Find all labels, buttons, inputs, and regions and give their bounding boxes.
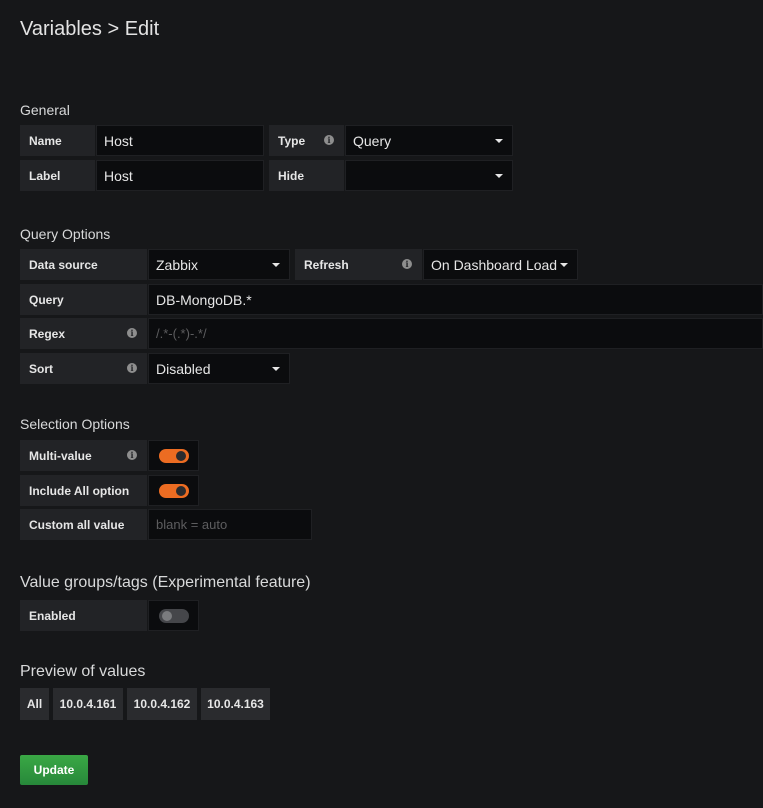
toggle-knob — [162, 611, 172, 621]
toggle-knob — [176, 486, 186, 496]
sort-label: Sort i — [20, 353, 147, 384]
preview-value-chip: All — [20, 688, 49, 720]
label-input-value: Host — [104, 167, 133, 184]
enabled-toggle[interactable] — [159, 609, 189, 623]
sort-select[interactable]: Disabled — [148, 353, 290, 384]
regex-label-text: Regex — [29, 326, 66, 341]
type-label-text: Type — [278, 133, 306, 148]
refresh-label-text: Refresh — [304, 257, 349, 272]
regex-input[interactable]: /.*-(.*)-.*/ — [148, 318, 763, 349]
custom-all-placeholder: blank = auto — [156, 517, 228, 532]
query-input[interactable]: DB-MongoDB.* — [148, 284, 763, 315]
preview-value-chip: 10.0.4.161 — [53, 688, 123, 720]
info-icon[interactable]: i — [127, 328, 137, 338]
type-select-value: Query — [353, 132, 392, 149]
section-title-preview: Preview of values — [20, 663, 146, 680]
multi-value-label: Multi-value i — [20, 440, 147, 471]
hide-label: Hide — [269, 160, 344, 191]
caret-down-icon — [272, 367, 280, 371]
type-label: Type i — [269, 125, 344, 156]
multi-value-toggle[interactable] — [159, 449, 189, 463]
section-title-general: General — [20, 102, 70, 118]
name-label: Name — [20, 125, 95, 156]
multi-value-label-text: Multi-value — [29, 448, 92, 463]
refresh-select-value: On Dashboard Load — [431, 256, 558, 273]
refresh-select[interactable]: On Dashboard Load — [423, 249, 578, 280]
caret-down-icon — [272, 263, 280, 267]
query-label: Query — [20, 284, 147, 315]
sort-label-text: Sort — [29, 361, 53, 376]
include-all-label: Include All option — [20, 475, 147, 506]
toggle-knob — [176, 451, 186, 461]
type-select[interactable]: Query — [345, 125, 513, 156]
hide-select[interactable] — [345, 160, 513, 191]
update-button[interactable]: Update — [20, 755, 88, 785]
preview-value-chip: 10.0.4.162 — [127, 688, 197, 720]
enabled-label: Enabled — [20, 600, 147, 631]
refresh-label: Refresh i — [295, 249, 422, 280]
label-label: Label — [20, 160, 95, 191]
query-input-value: DB-MongoDB.* — [156, 291, 252, 308]
sort-select-value: Disabled — [156, 360, 211, 377]
info-icon[interactable]: i — [127, 450, 137, 460]
preview-value-chip: 10.0.4.163 — [201, 688, 270, 720]
info-icon[interactable]: i — [127, 363, 137, 373]
page-title: Variables > Edit — [20, 18, 160, 40]
datasource-select[interactable]: Zabbix — [148, 249, 290, 280]
info-icon[interactable]: i — [402, 259, 412, 269]
regex-input-placeholder: /.*-(.*)-.*/ — [156, 326, 207, 341]
multi-value-switch[interactable] — [148, 440, 199, 471]
datasource-select-value: Zabbix — [156, 256, 199, 273]
caret-down-icon — [495, 139, 503, 143]
info-icon[interactable]: i — [324, 135, 334, 145]
enabled-switch[interactable] — [148, 600, 199, 631]
custom-all-label: Custom all value — [20, 509, 147, 540]
custom-all-input[interactable]: blank = auto — [148, 509, 312, 540]
section-title-value-groups: Value groups/tags (Experimental feature) — [20, 574, 311, 591]
caret-down-icon — [495, 174, 503, 178]
caret-down-icon — [560, 263, 568, 267]
label-input[interactable]: Host — [96, 160, 264, 191]
section-title-query-options: Query Options — [20, 226, 111, 242]
regex-label: Regex i — [20, 318, 147, 349]
datasource-label: Data source — [20, 249, 147, 280]
include-all-toggle[interactable] — [159, 484, 189, 498]
name-input-value: Host — [104, 132, 133, 149]
name-input[interactable]: Host — [96, 125, 264, 156]
include-all-switch[interactable] — [148, 475, 199, 506]
section-title-selection-options: Selection Options — [20, 416, 130, 432]
